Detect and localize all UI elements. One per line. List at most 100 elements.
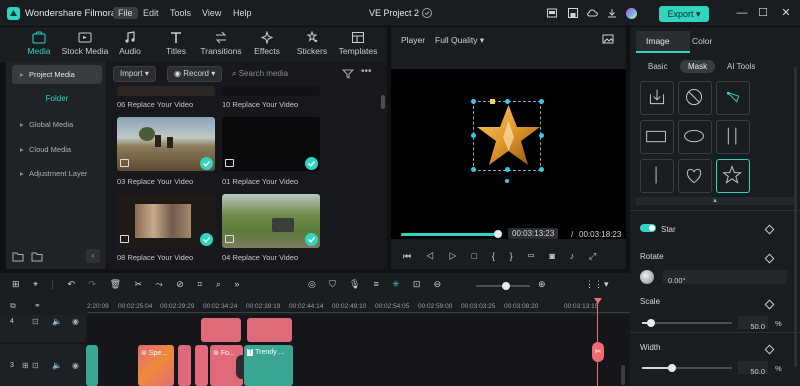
nav-cloud-media[interactable]: ▸ Cloud Media — [12, 140, 102, 159]
nav-global-media[interactable]: ▸ Global Media — [12, 115, 102, 134]
mask-shape-star[interactable] — [716, 159, 750, 193]
zoom-in-icon[interactable]: ⊕ — [538, 279, 546, 290]
resize-handle[interactable] — [505, 99, 510, 104]
maximize-button[interactable]: ☐ — [756, 6, 770, 20]
zoom-out-icon[interactable]: ⊖ — [434, 279, 455, 289]
cloud-upload-icon[interactable] — [586, 7, 598, 19]
timeline-clip[interactable]: T Trendy ... — [244, 345, 293, 386]
feather-handle[interactable] — [490, 99, 495, 104]
subtab-basic[interactable]: Basic — [640, 60, 676, 73]
zoom-knob[interactable] — [502, 282, 510, 290]
fullscreen-icon[interactable]: ⤢ — [589, 251, 611, 261]
mask-shape-import[interactable] — [640, 81, 674, 115]
voiceover-list-icon[interactable]: ≡ — [374, 279, 392, 289]
tab-stock-media[interactable]: Stock Media — [60, 31, 110, 59]
close-button[interactable]: ✕ — [779, 6, 793, 20]
layout-grid-icon[interactable]: ⊞ — [12, 279, 33, 289]
link-icon[interactable]: ⚭ — [34, 301, 41, 310]
nav-project-media[interactable]: ▸ Project Media — [12, 65, 102, 84]
tab-templates[interactable]: Templates — [333, 31, 383, 59]
media-scrollbar[interactable] — [381, 95, 385, 109]
add-track-icon[interactable]: ⧉ — [10, 301, 16, 311]
collapse-shapes-button[interactable]: ▲ — [636, 197, 794, 205]
playback-progress[interactable] — [401, 230, 502, 238]
properties-scrollbar[interactable] — [794, 67, 797, 367]
quality-select[interactable]: Full Quality ▾ — [435, 35, 484, 46]
import-button[interactable]: Import ▾ — [113, 66, 156, 82]
resize-handle[interactable] — [539, 99, 544, 104]
download-icon[interactable] — [606, 7, 618, 19]
redo-icon[interactable]: ↷ — [89, 279, 110, 289]
eye-icon[interactable]: ◉ — [72, 361, 79, 370]
timeline-zoom-slider[interactable] — [476, 282, 530, 290]
stop-icon[interactable]: □ — [472, 251, 492, 261]
split-playhead-icon[interactable]: ✂ — [592, 342, 604, 362]
tab-color[interactable]: Color — [692, 36, 712, 46]
record-button[interactable]: ◉ Record ▾ — [167, 66, 223, 82]
timeline-scrollbar[interactable] — [621, 365, 625, 385]
avatar[interactable] — [626, 8, 637, 19]
more-tools-icon[interactable]: » — [234, 279, 253, 289]
subtitle-icon[interactable]: ⊡ — [413, 279, 434, 289]
save-icon[interactable] — [567, 7, 579, 19]
resize-handle[interactable] — [471, 167, 476, 172]
grid-view-icon[interactable]: ⋮⋮ — [585, 279, 603, 290]
prev-frame-icon[interactable]: ◁ — [426, 251, 449, 261]
mark-in-icon[interactable]: { — [492, 251, 510, 261]
timeline-clip[interactable] — [201, 318, 241, 342]
nav-folder[interactable]: Folder — [12, 94, 102, 103]
media-thumbnail[interactable] — [117, 86, 215, 96]
render-icon[interactable]: ▭ — [527, 251, 549, 261]
keyframe-icon[interactable] — [764, 299, 775, 310]
mask-shape-ellipse[interactable] — [678, 120, 712, 154]
volume-icon[interactable]: ♪ — [570, 251, 589, 261]
export-button[interactable]: Export ▾ — [659, 6, 709, 22]
timeline-clip[interactable]: ⊚ Spe... — [138, 345, 174, 386]
tab-effects[interactable]: Effects — [242, 31, 292, 59]
tab-transitions[interactable]: Transitions — [196, 31, 246, 59]
progress-knob[interactable] — [494, 230, 502, 238]
timeline-clip[interactable] — [178, 345, 191, 386]
keyframe-icon[interactable] — [764, 253, 775, 264]
link-track-icon[interactable]: ⊞ — [22, 361, 29, 370]
microphone-icon[interactable]: 🎙 — [349, 279, 374, 289]
collapse-panel-button[interactable]: ‹ — [86, 249, 100, 263]
filter-icon[interactable] — [342, 69, 354, 79]
more-options-icon[interactable]: ••• — [361, 66, 372, 77]
undo-icon[interactable]: ↶ — [67, 279, 88, 289]
menu-view[interactable]: View — [197, 7, 226, 19]
split-icon[interactable]: ✂ — [135, 279, 156, 289]
speaker-icon[interactable]: 🔈 — [52, 361, 62, 370]
width-slider-knob[interactable] — [667, 364, 676, 372]
new-folder-icon[interactable] — [12, 251, 24, 262]
timeline-clip[interactable] — [247, 318, 292, 342]
timeline-settings-icon[interactable]: ▾ — [604, 279, 609, 290]
resize-handle[interactable] — [471, 133, 476, 138]
mask-shape-double-line[interactable] — [716, 120, 750, 154]
mark-out-icon[interactable]: } — [510, 251, 528, 261]
select-tool-icon[interactable]: ⌖ — [33, 279, 52, 289]
subtab-ai-tools[interactable]: AI Tools — [719, 60, 763, 73]
snapshot-image-icon[interactable] — [602, 34, 614, 44]
keyframe-icon[interactable] — [764, 344, 775, 355]
keyframe-icon[interactable] — [764, 224, 775, 235]
menu-tools[interactable]: Tools — [165, 7, 196, 19]
tab-media[interactable]: Media — [14, 31, 64, 59]
rotate-handle[interactable] — [505, 179, 509, 183]
folder-icon[interactable] — [31, 251, 43, 262]
play-icon[interactable]: ▷ — [449, 251, 472, 261]
mask-shape-rectangle[interactable] — [640, 120, 674, 154]
scale-input[interactable]: 50.0 — [738, 316, 768, 331]
mask-shape-draw[interactable] — [716, 81, 750, 115]
lock-icon[interactable]: ⊡ — [32, 361, 39, 370]
resize-handle[interactable] — [505, 167, 510, 172]
preview-canvas[interactable] — [391, 69, 626, 239]
search-input[interactable]: ⌕ Search media — [232, 66, 332, 82]
mask-shape-heart[interactable] — [678, 159, 712, 193]
width-input[interactable]: 50.0 — [738, 361, 768, 376]
subtab-mask[interactable]: Mask — [680, 60, 716, 73]
minimize-button[interactable]: — — [735, 6, 749, 20]
speaker-icon[interactable]: 🔈 — [52, 317, 62, 326]
menu-edit[interactable]: Edit — [138, 7, 164, 19]
nav-adjustment-layer[interactable]: ▸ Adjustment Layer — [12, 164, 102, 183]
